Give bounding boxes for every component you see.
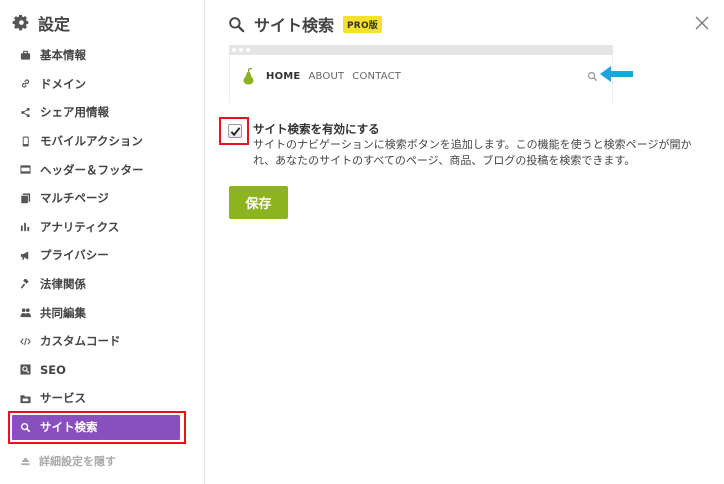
sidebar-item-custom-code[interactable]: カスタムコード bbox=[0, 327, 205, 356]
sidebar-item-label: SEO bbox=[40, 362, 66, 377]
preview-search-icon bbox=[587, 71, 598, 82]
preview-content: HOME ABOUT CONTACT bbox=[229, 55, 613, 103]
sidebar-item-label: シェア用情報 bbox=[40, 105, 109, 120]
share-icon bbox=[20, 107, 31, 118]
save-button[interactable]: 保存 bbox=[229, 186, 288, 219]
hide-advanced-settings-link[interactable]: 詳細設定を隠す bbox=[20, 452, 116, 470]
sidebar-item-legal[interactable]: 法律関係 bbox=[0, 270, 205, 299]
sidebar-item-mobile-action[interactable]: モバイルアクション bbox=[0, 127, 205, 156]
sidebar-item-label: アナリティクス bbox=[40, 219, 120, 234]
pro-badge: PRO版 bbox=[343, 15, 382, 33]
sidebar-item-header-footer[interactable]: ヘッダー＆フッター bbox=[0, 155, 205, 184]
eject-icon bbox=[20, 456, 31, 467]
sidebar-item-basic-info[interactable]: 基本情報 bbox=[0, 41, 205, 70]
sidebar-item-label: ヘッダー＆フッター bbox=[40, 162, 144, 177]
sidebar-item-services[interactable]: サービス bbox=[0, 384, 205, 413]
sidebar-item-label: カスタムコード bbox=[40, 334, 121, 349]
gear-icon bbox=[12, 14, 29, 31]
sidebar-item-label: 共同編集 bbox=[40, 305, 86, 320]
page-title: サイト検索 PRO版 bbox=[228, 12, 382, 36]
sidebar-item-label: 基本情報 bbox=[40, 48, 86, 63]
layout-icon bbox=[20, 164, 31, 175]
hide-advanced-settings-label: 詳細設定を隠す bbox=[39, 455, 116, 468]
sidebar: 設定 基本情報 ドメイン シェア用情報 モバイルアクション ヘッダー＆フッター … bbox=[0, 0, 205, 484]
sidebar-item-site-search[interactable]: サイト検索 bbox=[0, 413, 205, 442]
enable-site-search-checkbox[interactable] bbox=[228, 124, 242, 138]
sidebar-item-label: プライバシー bbox=[40, 248, 109, 263]
sidebar-item-label: サイト検索 bbox=[40, 420, 98, 435]
sidebar-item-share-info[interactable]: シェア用情報 bbox=[0, 98, 205, 127]
sidebar-item-analytics[interactable]: アナリティクス bbox=[0, 213, 205, 242]
sidebar-item-label: ドメイン bbox=[40, 76, 86, 91]
sidebar-item-label: サービス bbox=[40, 391, 86, 406]
search-icon bbox=[20, 422, 31, 433]
mobile-icon bbox=[20, 136, 31, 147]
preview-menu-contact: CONTACT bbox=[352, 71, 402, 82]
search-icon bbox=[229, 16, 245, 32]
sidebar-item-label: マルチページ bbox=[40, 191, 109, 206]
seo-icon bbox=[20, 364, 31, 375]
pages-icon bbox=[20, 193, 31, 204]
sidebar-nav: 基本情報 ドメイン シェア用情報 モバイルアクション ヘッダー＆フッター マルチ… bbox=[0, 41, 205, 441]
preview-menu: HOME ABOUT CONTACT bbox=[266, 71, 401, 82]
close-icon[interactable] bbox=[694, 15, 710, 31]
sidebar-item-collaboration[interactable]: 共同編集 bbox=[0, 298, 205, 327]
enable-site-search-label: サイト検索を有効にする bbox=[253, 122, 380, 136]
page-title-text: サイト検索 bbox=[254, 16, 335, 35]
preview-menu-about: ABOUT bbox=[308, 71, 345, 82]
gavel-icon bbox=[20, 278, 31, 290]
link-icon bbox=[20, 78, 31, 89]
sidebar-item-multipage[interactable]: マルチページ bbox=[0, 184, 205, 213]
site-search-preview: HOME ABOUT CONTACT bbox=[229, 45, 613, 103]
pear-logo-icon bbox=[243, 68, 254, 85]
users-icon bbox=[20, 307, 31, 318]
sidebar-title: 設定 bbox=[12, 10, 70, 36]
sidebar-item-domain[interactable]: ドメイン bbox=[0, 70, 205, 99]
checkmark-icon bbox=[230, 126, 240, 136]
sidebar-item-privacy[interactable]: プライバシー bbox=[0, 241, 205, 270]
enable-site-search-description: サイトのナビゲーションに検索ボタンを追加します。この機能を使うと検索ページが開か… bbox=[253, 138, 692, 167]
browser-bar bbox=[229, 45, 613, 55]
sidebar-item-seo[interactable]: SEO bbox=[0, 356, 205, 385]
sidebar-item-label: モバイルアクション bbox=[40, 134, 143, 149]
briefcase-icon bbox=[20, 50, 31, 61]
sidebar-item-label: 法律関係 bbox=[40, 277, 86, 292]
sidebar-title-label: 設定 bbox=[38, 15, 71, 34]
megaphone-icon bbox=[20, 250, 31, 261]
preview-menu-home: HOME bbox=[266, 71, 301, 82]
arrow-left-icon bbox=[600, 66, 633, 82]
folder-icon bbox=[20, 393, 31, 404]
bar-chart-icon bbox=[20, 221, 31, 232]
code-icon bbox=[20, 336, 31, 347]
